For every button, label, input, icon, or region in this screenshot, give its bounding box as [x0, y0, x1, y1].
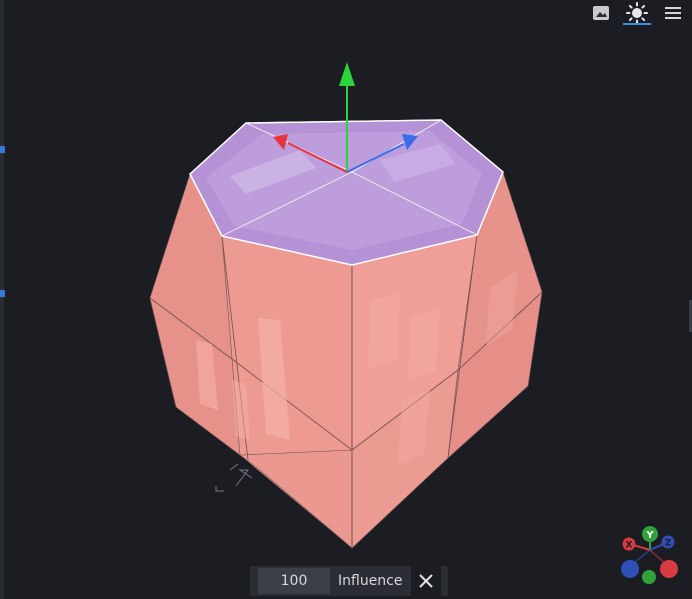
axis-y-label: Y	[645, 530, 654, 541]
image-view-button[interactable]	[586, 1, 616, 25]
axis-x-label: X	[626, 541, 633, 551]
image-icon	[593, 6, 609, 20]
menu-button[interactable]	[658, 1, 688, 25]
axis-neg-z-handle[interactable]	[621, 560, 639, 578]
sun-icon	[626, 2, 648, 24]
axis-z-label: Z	[665, 539, 672, 549]
edge-marker	[0, 290, 5, 297]
edge-marker	[0, 146, 5, 153]
axis-neg-x-handle[interactable]	[660, 560, 678, 578]
left-panel-edge	[0, 0, 5, 599]
menu-icon	[665, 7, 681, 19]
close-icon	[418, 574, 433, 588]
view-toolbar	[586, 0, 692, 26]
3d-viewport[interactable]: Influence Y X Z	[0, 0, 692, 599]
axis-orientation-gizmo[interactable]: Y X Z	[616, 522, 684, 588]
axis-neg-y-handle[interactable]	[642, 570, 656, 584]
influence-bar: Influence	[250, 566, 448, 596]
lighting-button[interactable]	[622, 1, 652, 25]
influence-label: Influence	[330, 566, 411, 596]
influence-close-button[interactable]	[410, 566, 441, 596]
model-scene[interactable]	[0, 0, 692, 599]
influence-input[interactable]	[258, 568, 330, 594]
